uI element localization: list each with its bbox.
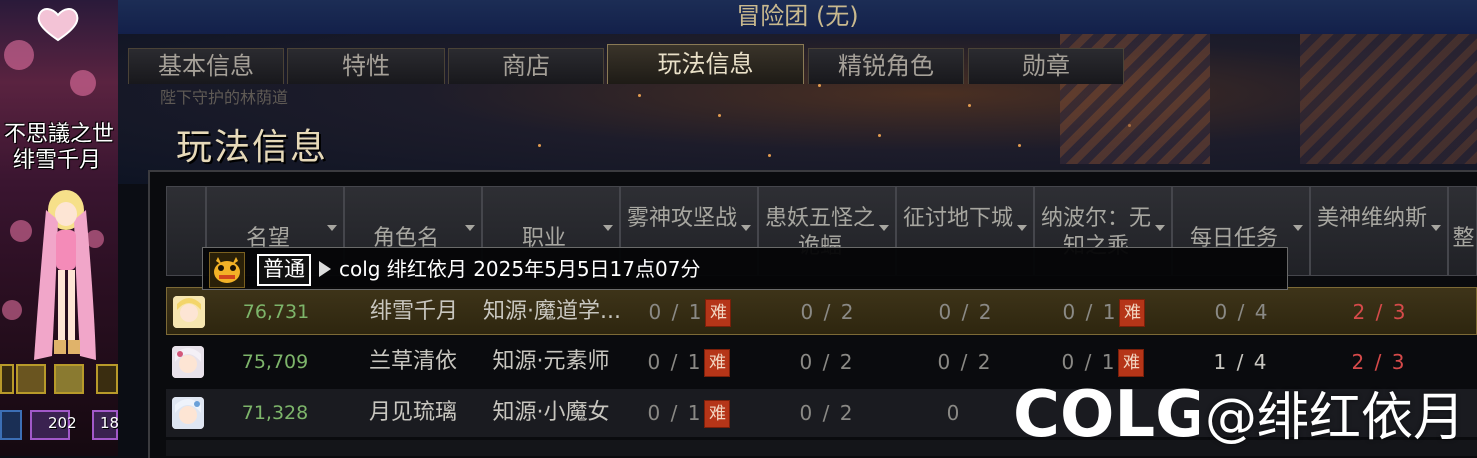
page-title: 玩法信息 [176, 127, 329, 168]
background-pattern [1300, 34, 1477, 164]
character-name-cell: 兰草清依 [368, 349, 457, 374]
sort-arrow-icon [1017, 225, 1027, 231]
window-title-bar: 冒险团 (无) [118, 0, 1477, 34]
sort-arrow-icon [879, 225, 889, 231]
job-cell: 知源·小魔女 [492, 400, 610, 425]
pet-face-icon [209, 252, 245, 288]
svg-text:COLG: COLG [1013, 380, 1199, 444]
character-name-cell: 月见琉璃 [368, 400, 457, 425]
hard-mode-badge: 难 [1118, 349, 1145, 377]
tab-traits[interactable]: 特性 [287, 48, 445, 84]
character-name-cell: 绯雪千月 [369, 299, 458, 324]
fame-value: 71,328 [241, 402, 309, 424]
tab-basic-info[interactable]: 基本信息 [128, 48, 284, 84]
fog-god-raid-cell: 0 / 1难 [620, 338, 758, 386]
dungeon-conquest-cell: 0 [946, 401, 962, 425]
job-cell: 知源·元素师 [492, 349, 610, 374]
window-title: 冒险团 (无) [736, 2, 859, 30]
hard-mode-badge: 难 [705, 299, 732, 327]
column-header-venus[interactable]: 美神维纳斯 [1310, 186, 1448, 276]
sort-arrow-icon [741, 225, 751, 231]
sort-arrow-icon [1431, 225, 1441, 231]
sort-arrow-icon [603, 225, 613, 231]
tab-gameplay-info[interactable]: 玩法信息 [607, 44, 804, 84]
sort-arrow-icon [465, 225, 475, 231]
job-cell: 知源·魔道学... [483, 299, 621, 324]
skill-slot[interactable] [54, 364, 84, 394]
skill-slot[interactable] [0, 410, 22, 440]
table-row[interactable]: 76,731 绯雪千月 知源·魔道学... 0 / 1难 0 / 2 0 / 2… [166, 287, 1477, 335]
skill-slot[interactable] [96, 364, 118, 394]
sort-arrow-icon [1155, 225, 1165, 231]
fame-value: 76,731 [242, 301, 310, 323]
hard-mode-badge: 难 [704, 349, 731, 377]
fog-god-raid-cell: 0 / 1难 [621, 288, 759, 336]
character-sprite [34, 190, 96, 360]
tab-elite-characters[interactable]: 精锐角色 [808, 48, 964, 84]
character-avatar [173, 296, 205, 328]
skill-slot[interactable] [16, 364, 46, 394]
fog-god-raid-cell: 0 / 1难 [620, 389, 758, 437]
five-demons-cell: 0 / 2 [800, 300, 856, 324]
venus-cell: 2 / 3 [1352, 300, 1408, 324]
nabel-cell: 0 / 1难 [1035, 288, 1173, 336]
watermark-handle: @绯红依月 [1204, 387, 1465, 448]
character-name: 绯雪千月 [12, 148, 101, 173]
sort-arrow-icon [327, 225, 337, 231]
character-panel: 不思議之世 绯雪千月 202 18 [0, 0, 118, 456]
fame-value: 75,709 [241, 351, 309, 373]
skill-count: 202 [48, 414, 77, 432]
hard-mode-badge: 难 [1119, 299, 1146, 327]
five-demons-cell: 0 / 2 [799, 350, 855, 374]
character-avatar [172, 397, 204, 429]
tooltip-text: colg 绯红依月 2025年5月5日17点07分 [339, 257, 701, 281]
colg-logo: COLG [1013, 380, 1199, 444]
sort-arrow-icon [1293, 225, 1303, 231]
heart-icon [37, 8, 79, 42]
skill-slot[interactable] [0, 364, 14, 394]
hard-mode-badge: 难 [704, 400, 731, 428]
badge-arrow-icon [319, 261, 331, 277]
column-header-more[interactable]: 整 [1448, 186, 1477, 276]
tab-medals[interactable]: 勋章 [968, 48, 1124, 84]
background-caption: 陛下守护的林荫道 [160, 88, 289, 107]
dungeon-conquest-cell: 0 / 2 [938, 300, 994, 324]
five-demons-cell: 0 / 2 [799, 401, 855, 425]
character-avatar [172, 346, 204, 378]
column-header-blank [166, 186, 206, 276]
tab-shop[interactable]: 商店 [448, 48, 604, 84]
skill-count: 18 [100, 414, 118, 432]
watermark: COLG @绯红依月 [1013, 376, 1465, 448]
rarity-badge: 普通 [257, 254, 311, 286]
tooltip: 普通 colg 绯红依月 2025年5月5日17点07分 [202, 247, 1288, 290]
daily-quest-cell: 0 / 4 [1214, 300, 1270, 324]
